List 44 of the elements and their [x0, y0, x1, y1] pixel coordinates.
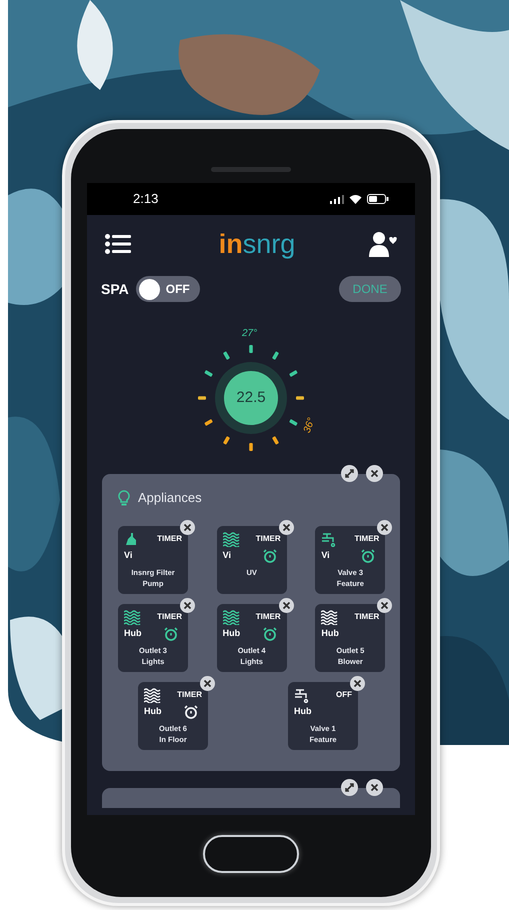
max-temp-label: 27°	[242, 327, 258, 341]
mode-label: OFF	[336, 689, 352, 701]
source-label: Vi	[124, 549, 132, 562]
close-icon[interactable]	[200, 676, 215, 691]
menu-icon[interactable]	[105, 234, 131, 254]
mode-label: TIMER	[157, 611, 182, 623]
temperature-value: 22.5	[236, 388, 266, 408]
close-icon[interactable]	[278, 598, 294, 613]
user-heart-icon[interactable]	[369, 231, 397, 257]
close-icon[interactable]	[366, 779, 383, 796]
mode-label: TIMER	[256, 533, 281, 545]
lightbulb-icon	[118, 490, 130, 506]
source-label: Hub	[294, 705, 312, 718]
panel-title: Appliances	[138, 489, 202, 508]
close-icon[interactable]	[180, 598, 195, 613]
close-icon[interactable]	[377, 598, 392, 613]
home-button[interactable]	[203, 835, 299, 873]
expand-icon[interactable]	[341, 465, 358, 482]
spa-toggle[interactable]: OFF	[136, 276, 200, 302]
battery-icon	[367, 194, 389, 204]
mode-label: TIMER	[354, 611, 380, 623]
dial-knob[interactable]: 22.5	[215, 362, 287, 434]
close-icon[interactable]	[180, 520, 195, 535]
mode-label: TIMER	[256, 611, 281, 623]
temp-label: 36°	[300, 416, 318, 436]
status-time: 2:13	[133, 190, 158, 208]
source-label: Hub	[321, 627, 339, 640]
spa-label: SPA	[101, 280, 129, 298]
close-icon[interactable]	[350, 676, 365, 691]
signal-icon	[330, 194, 344, 204]
mode-label: TIMER	[354, 533, 380, 545]
close-icon[interactable]	[377, 520, 392, 535]
close-icon[interactable]	[278, 520, 294, 535]
expand-icon[interactable]	[341, 779, 358, 796]
source-label: Vi	[222, 549, 231, 562]
source-label: Hub	[124, 627, 142, 640]
source-label: Hub	[222, 627, 240, 640]
source-label: Hub	[144, 705, 162, 718]
mode-label: TIMER	[177, 689, 202, 701]
mode-label: TIMER	[157, 533, 182, 545]
source-label: Vi	[321, 549, 330, 562]
wifi-icon	[349, 194, 362, 204]
close-icon[interactable]	[366, 465, 383, 482]
app-logo: insnrg	[218, 230, 296, 258]
